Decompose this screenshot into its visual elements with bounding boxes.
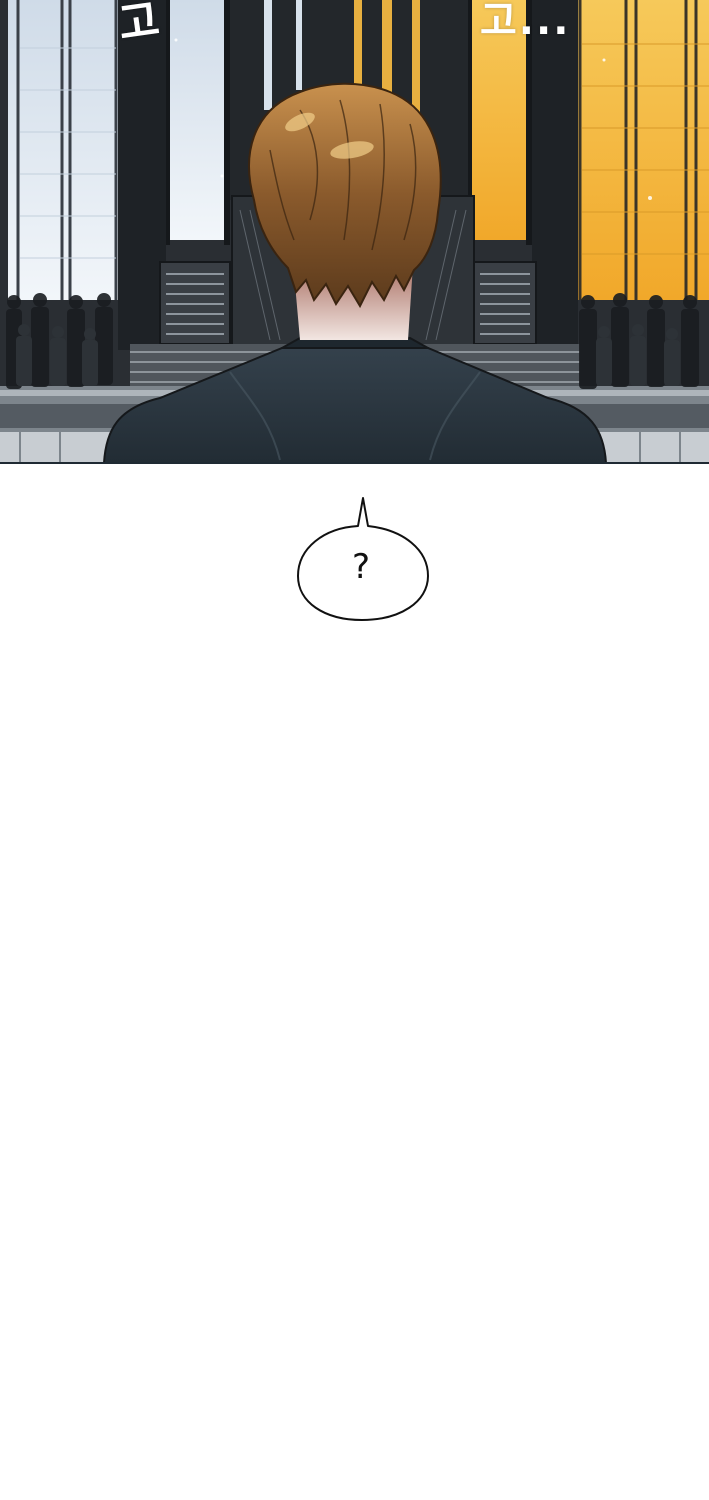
panel-bottom-border [0, 462, 709, 464]
speech-bubble-text: ? [351, 547, 371, 587]
right-window-column [578, 0, 709, 300]
vent-panel-left [159, 261, 231, 345]
vent-panel-right [473, 261, 537, 345]
sfx-text-left: 고 [115, 0, 165, 51]
comic-panel: 고 고... [0, 0, 709, 463]
sfx-text-right: 고... [480, 0, 571, 44]
left-window-column [8, 0, 118, 300]
hall-scene-illustration [0, 0, 709, 463]
